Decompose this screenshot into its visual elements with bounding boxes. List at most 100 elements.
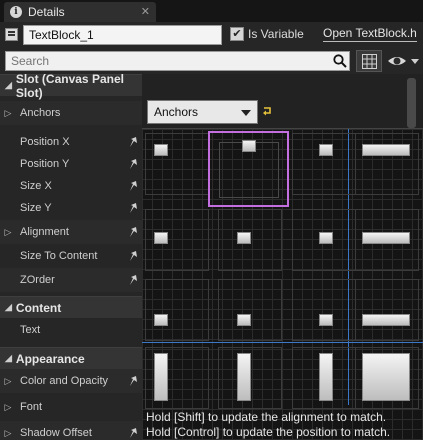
prop-font[interactable]: ▷ Font	[0, 395, 142, 419]
tab-bar: i Details ✕	[0, 0, 423, 22]
prop-label: Size X	[20, 180, 52, 192]
anchor-marker	[319, 353, 333, 401]
binding-icon[interactable]	[128, 136, 138, 148]
anchor-marker	[242, 140, 256, 152]
search-icon[interactable]	[333, 54, 347, 68]
anchor-preset-bottom-left[interactable]	[145, 279, 209, 341]
anchor-marker	[154, 314, 168, 326]
anchor-presets-popup: Hold [Shift] to update the alignment to …	[142, 128, 423, 440]
widget-name-input[interactable]	[23, 25, 222, 45]
properties-panel: ◢ Slot (Canvas Panel Slot) ▷ Anchors Pos…	[0, 74, 142, 440]
prop-size-to-content[interactable]: Size To Content	[0, 244, 142, 268]
anchor-preset-center-left[interactable]	[145, 209, 209, 271]
hint-control: Hold [Control] to update the position to…	[146, 425, 391, 439]
grid-icon	[362, 54, 377, 69]
anchor-preset-bottom-center[interactable]	[218, 279, 282, 341]
category-appearance[interactable]: ◢ Appearance	[0, 347, 142, 369]
category-slot[interactable]: ◢ Slot (Canvas Panel Slot)	[0, 74, 142, 100]
prop-label: Size Y	[20, 202, 52, 214]
anchor-preset-center-stretch[interactable]	[355, 209, 419, 271]
details-tab-label: Details	[28, 5, 65, 19]
anchor-preset-full-stretch[interactable]	[355, 347, 419, 409]
prop-label: Anchors	[20, 107, 61, 119]
anchor-marker	[362, 314, 410, 326]
anchor-marker	[154, 232, 168, 244]
binding-icon[interactable]	[128, 202, 138, 214]
eye-icon[interactable]	[386, 52, 420, 70]
anchor-marker	[237, 314, 251, 326]
category-appearance-title: Appearance	[15, 351, 85, 366]
widget-type-icon	[5, 28, 18, 41]
prop-color-and-opacity[interactable]: ▷ Color and Opacity	[0, 369, 142, 393]
anchor-preset-left-stretch[interactable]	[145, 347, 209, 409]
prop-label: Shadow Offset	[20, 427, 92, 439]
prop-label: Position Y	[20, 158, 70, 170]
anchors-dropdown-label: Anchors	[154, 105, 199, 119]
property-matrix-button[interactable]	[356, 50, 382, 72]
prop-shadow-offset[interactable]: ▷ Shadow Offset	[0, 421, 142, 440]
anchor-preset-center-right[interactable]	[292, 209, 356, 271]
prop-text[interactable]: Text	[0, 318, 142, 342]
prop-label: Position X	[20, 136, 70, 148]
info-icon: i	[10, 6, 22, 18]
category-content[interactable]: ◢ Content	[0, 296, 142, 318]
guide-horizontal	[142, 342, 423, 343]
prop-label: Size To Content	[20, 250, 98, 262]
category-slot-title: Slot (Canvas Panel Slot)	[15, 74, 124, 100]
prop-size-y[interactable]: Size Y	[0, 196, 142, 220]
anchor-preset-top-stretch[interactable]	[355, 133, 419, 195]
is-variable-label: Is Variable	[248, 27, 304, 41]
collapse-icon: ◢	[5, 80, 12, 90]
prop-label: Font	[20, 401, 43, 413]
anchor-marker	[237, 353, 251, 401]
prop-alignment[interactable]: ▷ Alignment	[0, 220, 142, 244]
search-input[interactable]	[5, 51, 350, 71]
anchor-preset-top-center[interactable]	[208, 131, 289, 207]
anchor-marker	[362, 232, 410, 244]
prop-label: Text	[20, 324, 41, 336]
binding-icon[interactable]	[128, 250, 138, 262]
expand-icon[interactable]: ▷	[0, 227, 16, 238]
open-source-link[interactable]: Open TextBlock.h	[323, 26, 417, 42]
binding-icon[interactable]	[128, 158, 138, 170]
expand-icon[interactable]: ▷	[0, 376, 16, 387]
prop-size-x[interactable]: Size X	[0, 174, 142, 198]
prop-label: Color and Opacity	[20, 375, 109, 387]
expand-icon[interactable]: ▷	[0, 428, 16, 439]
chevron-down-icon	[241, 110, 251, 116]
anchor-preset-top-right[interactable]	[292, 133, 356, 195]
anchor-marker	[362, 144, 410, 156]
prop-anchors[interactable]: ▷ Anchors	[0, 101, 142, 125]
name-row: ✔ Is Variable Open TextBlock.h	[0, 22, 423, 48]
binding-icon[interactable]	[128, 375, 138, 387]
anchor-preset-center-center[interactable]	[218, 209, 282, 271]
close-tab-icon[interactable]: ✕	[141, 5, 150, 18]
anchor-preset-right-stretch[interactable]	[292, 347, 356, 409]
search-row	[0, 48, 423, 74]
prop-position-x[interactable]: Position X	[0, 130, 142, 154]
expand-icon[interactable]: ▷	[0, 108, 16, 119]
anchor-preset-bottom-right[interactable]	[292, 279, 356, 341]
collapse-icon: ◢	[5, 302, 12, 312]
binding-icon[interactable]	[128, 180, 138, 192]
prop-label: Alignment	[20, 226, 69, 238]
anchor-preset-center-vertical-stretch[interactable]	[218, 347, 282, 409]
anchors-editor: Anchors Hold [Shift] to update the align…	[142, 74, 423, 440]
anchor-marker	[237, 232, 251, 244]
binding-icon[interactable]	[128, 274, 138, 286]
binding-icon[interactable]	[128, 427, 138, 439]
scrollbar[interactable]	[407, 78, 416, 128]
prop-position-y[interactable]: Position Y	[0, 152, 142, 176]
anchor-preset-top-left[interactable]	[145, 133, 209, 195]
collapse-icon: ◢	[5, 353, 12, 363]
anchor-marker	[362, 353, 410, 401]
expand-icon[interactable]: ▷	[0, 402, 16, 413]
details-tab[interactable]: i Details ✕	[4, 2, 156, 22]
binding-icon[interactable]	[128, 226, 138, 238]
is-variable-checkbox[interactable]: ✔	[230, 27, 244, 41]
anchors-dropdown[interactable]: Anchors	[147, 100, 258, 124]
anchor-marker	[319, 314, 333, 326]
reset-icon[interactable]	[262, 106, 272, 116]
anchor-preset-bottom-stretch[interactable]	[355, 279, 419, 341]
prop-zorder[interactable]: ZOrder	[0, 268, 142, 292]
